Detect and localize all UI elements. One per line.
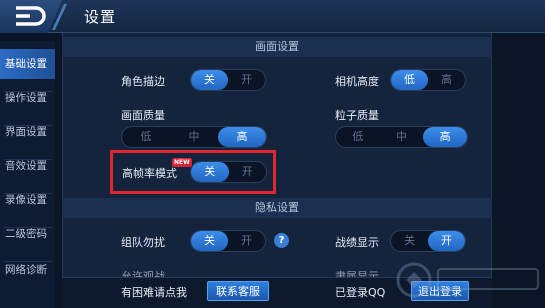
record-off-option[interactable]: 关: [391, 231, 428, 251]
record-on-option[interactable]: 开: [428, 231, 465, 251]
camera-toggle[interactable]: 低 高: [390, 69, 466, 91]
particle-high-option[interactable]: 高: [423, 127, 467, 147]
watermark-logo: [396, 262, 539, 298]
particle-toggle[interactable]: 低 中 高: [335, 126, 468, 148]
outline-label: 角色描边: [121, 75, 165, 88]
sidebar-item-network[interactable]: 网络诊断: [0, 255, 55, 285]
sidebar-item-password[interactable]: 二级密码: [0, 219, 55, 249]
top-bar: 设置: [0, 0, 545, 33]
sidebar-item-controls[interactable]: 操作设置: [0, 83, 55, 113]
team-on-option[interactable]: 开: [228, 231, 265, 251]
quality-mid-option[interactable]: 中: [170, 127, 218, 147]
particle-low-option[interactable]: 低: [336, 127, 380, 147]
hfr-on-option[interactable]: 开: [229, 162, 267, 182]
team-label: 组队勿扰: [121, 236, 165, 249]
hfr-toggle[interactable]: 关 开: [190, 161, 267, 183]
camera-low-option[interactable]: 低: [391, 70, 428, 90]
record-toggle[interactable]: 关 开: [390, 230, 466, 252]
help-icon[interactable]: ?: [274, 233, 289, 248]
help-text: 有困难请点我: [121, 286, 187, 299]
hfr-label: 高帧率模式: [122, 167, 177, 180]
page-title: 设置: [84, 8, 117, 26]
sidebar-item-audio[interactable]: 音效设置: [0, 151, 55, 181]
new-badge: NEW: [172, 158, 192, 167]
record-label: 战绩显示: [335, 236, 379, 249]
outline-off-option[interactable]: 关: [191, 70, 228, 90]
sidebar-item-basic[interactable]: 基础设置: [0, 49, 55, 79]
quality-toggle[interactable]: 低 中 高: [121, 126, 267, 148]
quality-high-option[interactable]: 高: [218, 127, 266, 147]
quality-label: 画面质量: [121, 109, 165, 122]
particle-label: 粒子质量: [335, 109, 379, 122]
sidebar-item-replay[interactable]: 录像设置: [0, 185, 55, 215]
particle-mid-option[interactable]: 中: [380, 127, 424, 147]
team-toggle[interactable]: 关 开: [190, 230, 266, 252]
hfr-off-option[interactable]: 关: [191, 162, 229, 182]
outline-on-option[interactable]: 开: [228, 70, 265, 90]
sidebar: 基础设置 操作设置 界面设置 音效设置 录像设置 二级密码 网络诊断: [0, 41, 55, 308]
quality-low-option[interactable]: 低: [122, 127, 170, 147]
section-header-graphics: 画面设置: [62, 37, 492, 57]
login-status: 已登录QQ: [335, 286, 386, 299]
team-off-option[interactable]: 关: [191, 231, 228, 251]
camera-high-option[interactable]: 高: [428, 70, 465, 90]
outline-toggle[interactable]: 关 开: [190, 69, 266, 91]
camera-label: 相机高度: [335, 75, 379, 88]
sidebar-item-interface[interactable]: 界面设置: [0, 117, 55, 147]
section-header-privacy: 隐私设置: [62, 198, 492, 218]
back-icon: [16, 6, 46, 26]
contact-support-button[interactable]: 联系客服: [207, 281, 269, 301]
